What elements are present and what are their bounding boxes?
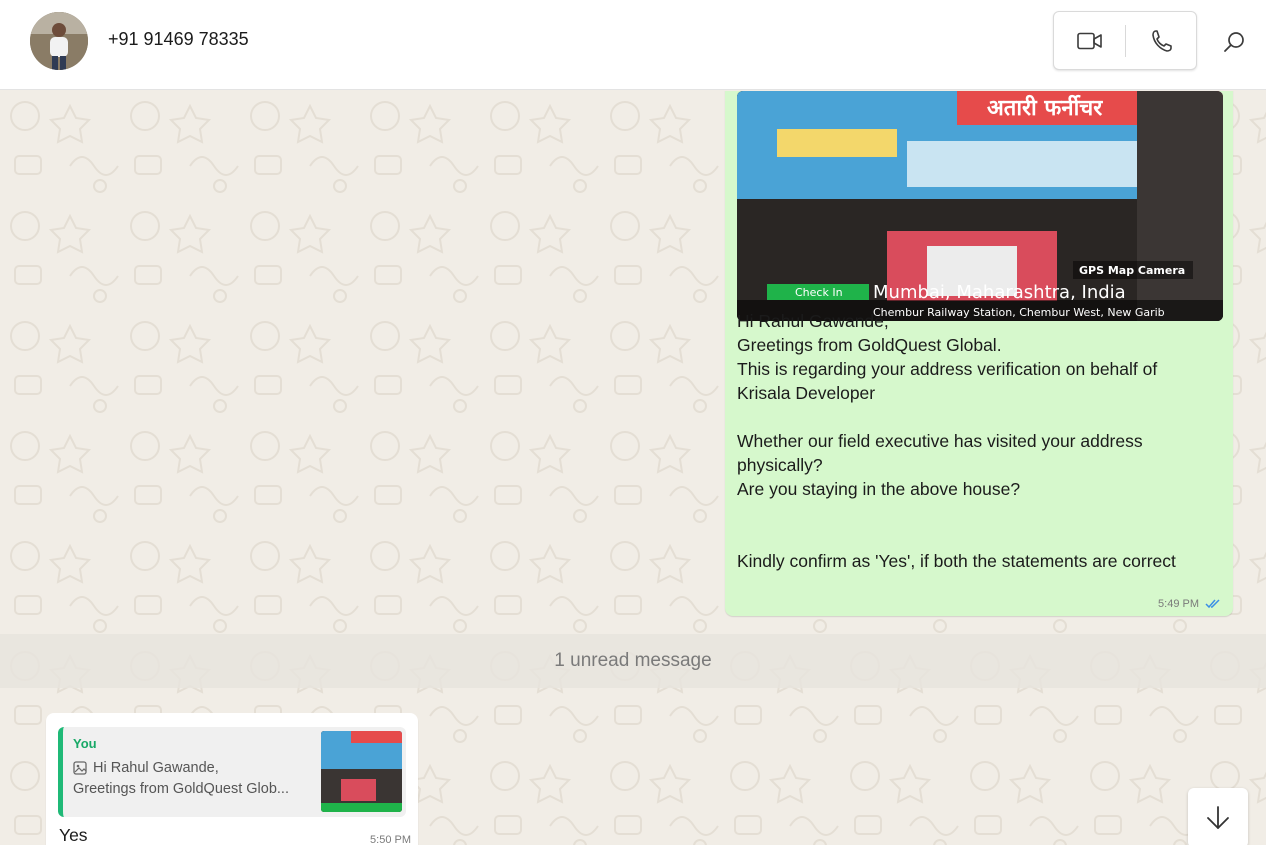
incoming-message[interactable]: You Hi Rahul Gawande, Greetings from Gol… xyxy=(46,713,418,845)
voice-call-button[interactable] xyxy=(1126,12,1197,69)
chat-header: +91 91469 78335 xyxy=(0,0,1266,90)
call-button-group xyxy=(1053,11,1197,70)
outgoing-message[interactable]: अतारी फर्नीचर GPS Map Camera Check In Mu… xyxy=(725,91,1233,616)
check-in-label: Check In xyxy=(795,286,843,299)
image-icon xyxy=(73,761,87,775)
phone-icon xyxy=(1151,29,1172,52)
photo-location: Mumbai, Maharashtra, India xyxy=(873,282,1126,303)
quote-author: You xyxy=(73,736,97,751)
quote-line1-text: Hi Rahul Gawande, xyxy=(93,760,219,776)
message-photo[interactable]: अतारी फर्नीचर GPS Map Camera Check In Mu… xyxy=(737,91,1223,321)
unread-divider: 1 unread message xyxy=(0,634,1266,688)
search-button[interactable] xyxy=(1214,22,1254,62)
video-camera-icon xyxy=(1076,32,1102,49)
search-icon xyxy=(1224,32,1244,52)
contact-avatar[interactable] xyxy=(30,12,88,70)
quote-thumbnail xyxy=(321,731,402,812)
double-check-read-icon xyxy=(1205,599,1220,609)
contact-name[interactable]: +91 91469 78335 xyxy=(108,29,249,50)
message-time: 5:49 PM xyxy=(1158,598,1199,610)
quote-line2-text: Greetings from GoldQuest Glob... xyxy=(73,781,289,797)
chat-area[interactable]: अतारी फर्नीचर GPS Map Camera Check In Mu… xyxy=(0,91,1266,845)
reply-time: 5:50 PM xyxy=(370,834,411,845)
video-call-button[interactable] xyxy=(1054,12,1125,69)
quote-preview-first-line: Hi Rahul Gawande, xyxy=(73,760,219,776)
message-meta: 5:49 PM xyxy=(1158,598,1221,610)
reply-text: Yes xyxy=(59,825,88,845)
message-text: Hi Rahul Gawande, Greetings from GoldQue… xyxy=(737,311,1176,571)
unread-divider-text: 1 unread message xyxy=(554,650,712,671)
arrow-down-icon xyxy=(1207,806,1229,829)
shop-sign-text: अतारी फर्नीचर xyxy=(987,94,1103,121)
quoted-message[interactable]: You Hi Rahul Gawande, Greetings from Gol… xyxy=(58,727,406,817)
scroll-to-bottom-button[interactable] xyxy=(1188,788,1248,845)
gps-app-badge: GPS Map Camera xyxy=(1079,264,1185,277)
